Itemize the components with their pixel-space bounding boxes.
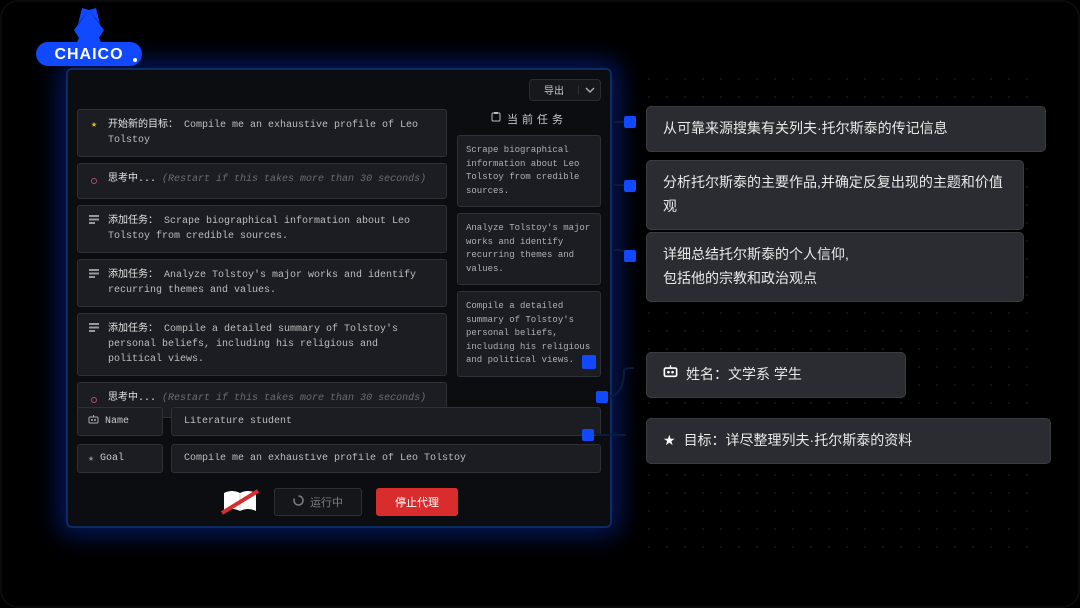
- log-entry: ★ 开始新的目标： Compile me an exhaustive profi…: [77, 109, 447, 157]
- task-card: Analyze Tolstoy's major works and identi…: [457, 213, 601, 285]
- connector-node: [624, 250, 636, 262]
- log-column: ★ 开始新的目标： Compile me an exhaustive profi…: [77, 109, 447, 399]
- star-icon: ★: [88, 453, 94, 465]
- translation-bubble: 姓名：文学系 学生: [646, 352, 906, 398]
- log-entry: 思考中... (Restart if this takes more than …: [77, 163, 447, 199]
- goal-label: ★ Goal: [77, 444, 163, 473]
- export-label: 导出: [530, 82, 578, 98]
- logo: CHAICO: [34, 8, 144, 81]
- robot-icon: [88, 414, 99, 429]
- svg-text:CHAICO: CHAICO: [54, 46, 123, 63]
- task-card: Compile a detailed summary of Tolstoy's …: [457, 291, 601, 377]
- task-card: Scrape biographical information about Le…: [457, 135, 601, 207]
- connector-node: [624, 116, 636, 128]
- task-column: 当前任务 Scrape biographical information abo…: [457, 109, 601, 399]
- running-button[interactable]: 运行中: [274, 488, 362, 516]
- robot-icon: [663, 363, 678, 387]
- agent-panel: 导出 ★ 开始新的目标： Compile me an exhaustive pr…: [66, 68, 612, 528]
- log-entry: 添加任务： Scrape biographical information ab…: [77, 205, 447, 253]
- export-dropdown[interactable]: 导出: [529, 79, 601, 101]
- list-icon: [88, 214, 100, 244]
- star-icon: ★: [88, 118, 100, 148]
- spinner-icon: [293, 495, 304, 510]
- name-label: Name: [77, 407, 163, 436]
- connector-node: [582, 355, 596, 369]
- list-icon: [88, 322, 100, 367]
- chevron-down-icon: [578, 85, 600, 95]
- translation-bubble: 详细总结托尔斯泰的个人信仰, 包括他的宗教和政治观点: [646, 232, 1024, 302]
- dot-icon: [88, 175, 100, 190]
- connector-node: [624, 180, 636, 192]
- log-entry: 添加任务： Compile a detailed summary of Tols…: [77, 313, 447, 376]
- stop-agent-button[interactable]: 停止代理: [376, 488, 458, 516]
- name-input[interactable]: [171, 407, 601, 436]
- clipboard-icon: [491, 112, 501, 126]
- log-entry: 添加任务： Analyze Tolstoy's major works and …: [77, 259, 447, 307]
- task-heading: 当前任务: [457, 109, 601, 129]
- agent-form: Name ★ Goal 运行中: [77, 407, 601, 517]
- top-bar: 导出: [77, 79, 601, 101]
- connector-node: [596, 391, 608, 403]
- star-icon: ★: [663, 429, 676, 453]
- translation-bubble: ★ 目标：详尽整理列夫·托尔斯泰的资料: [646, 418, 1051, 464]
- connector-node: [582, 429, 594, 441]
- goal-input[interactable]: [171, 444, 601, 473]
- translation-bubble: 分析托尔斯泰的主要作品,并确定反复出现的主题和价值观: [646, 160, 1024, 230]
- book-icon: [220, 487, 260, 517]
- translation-bubble: 从可靠来源搜集有关列夫·托尔斯泰的传记信息: [646, 106, 1046, 152]
- list-icon: [88, 268, 100, 298]
